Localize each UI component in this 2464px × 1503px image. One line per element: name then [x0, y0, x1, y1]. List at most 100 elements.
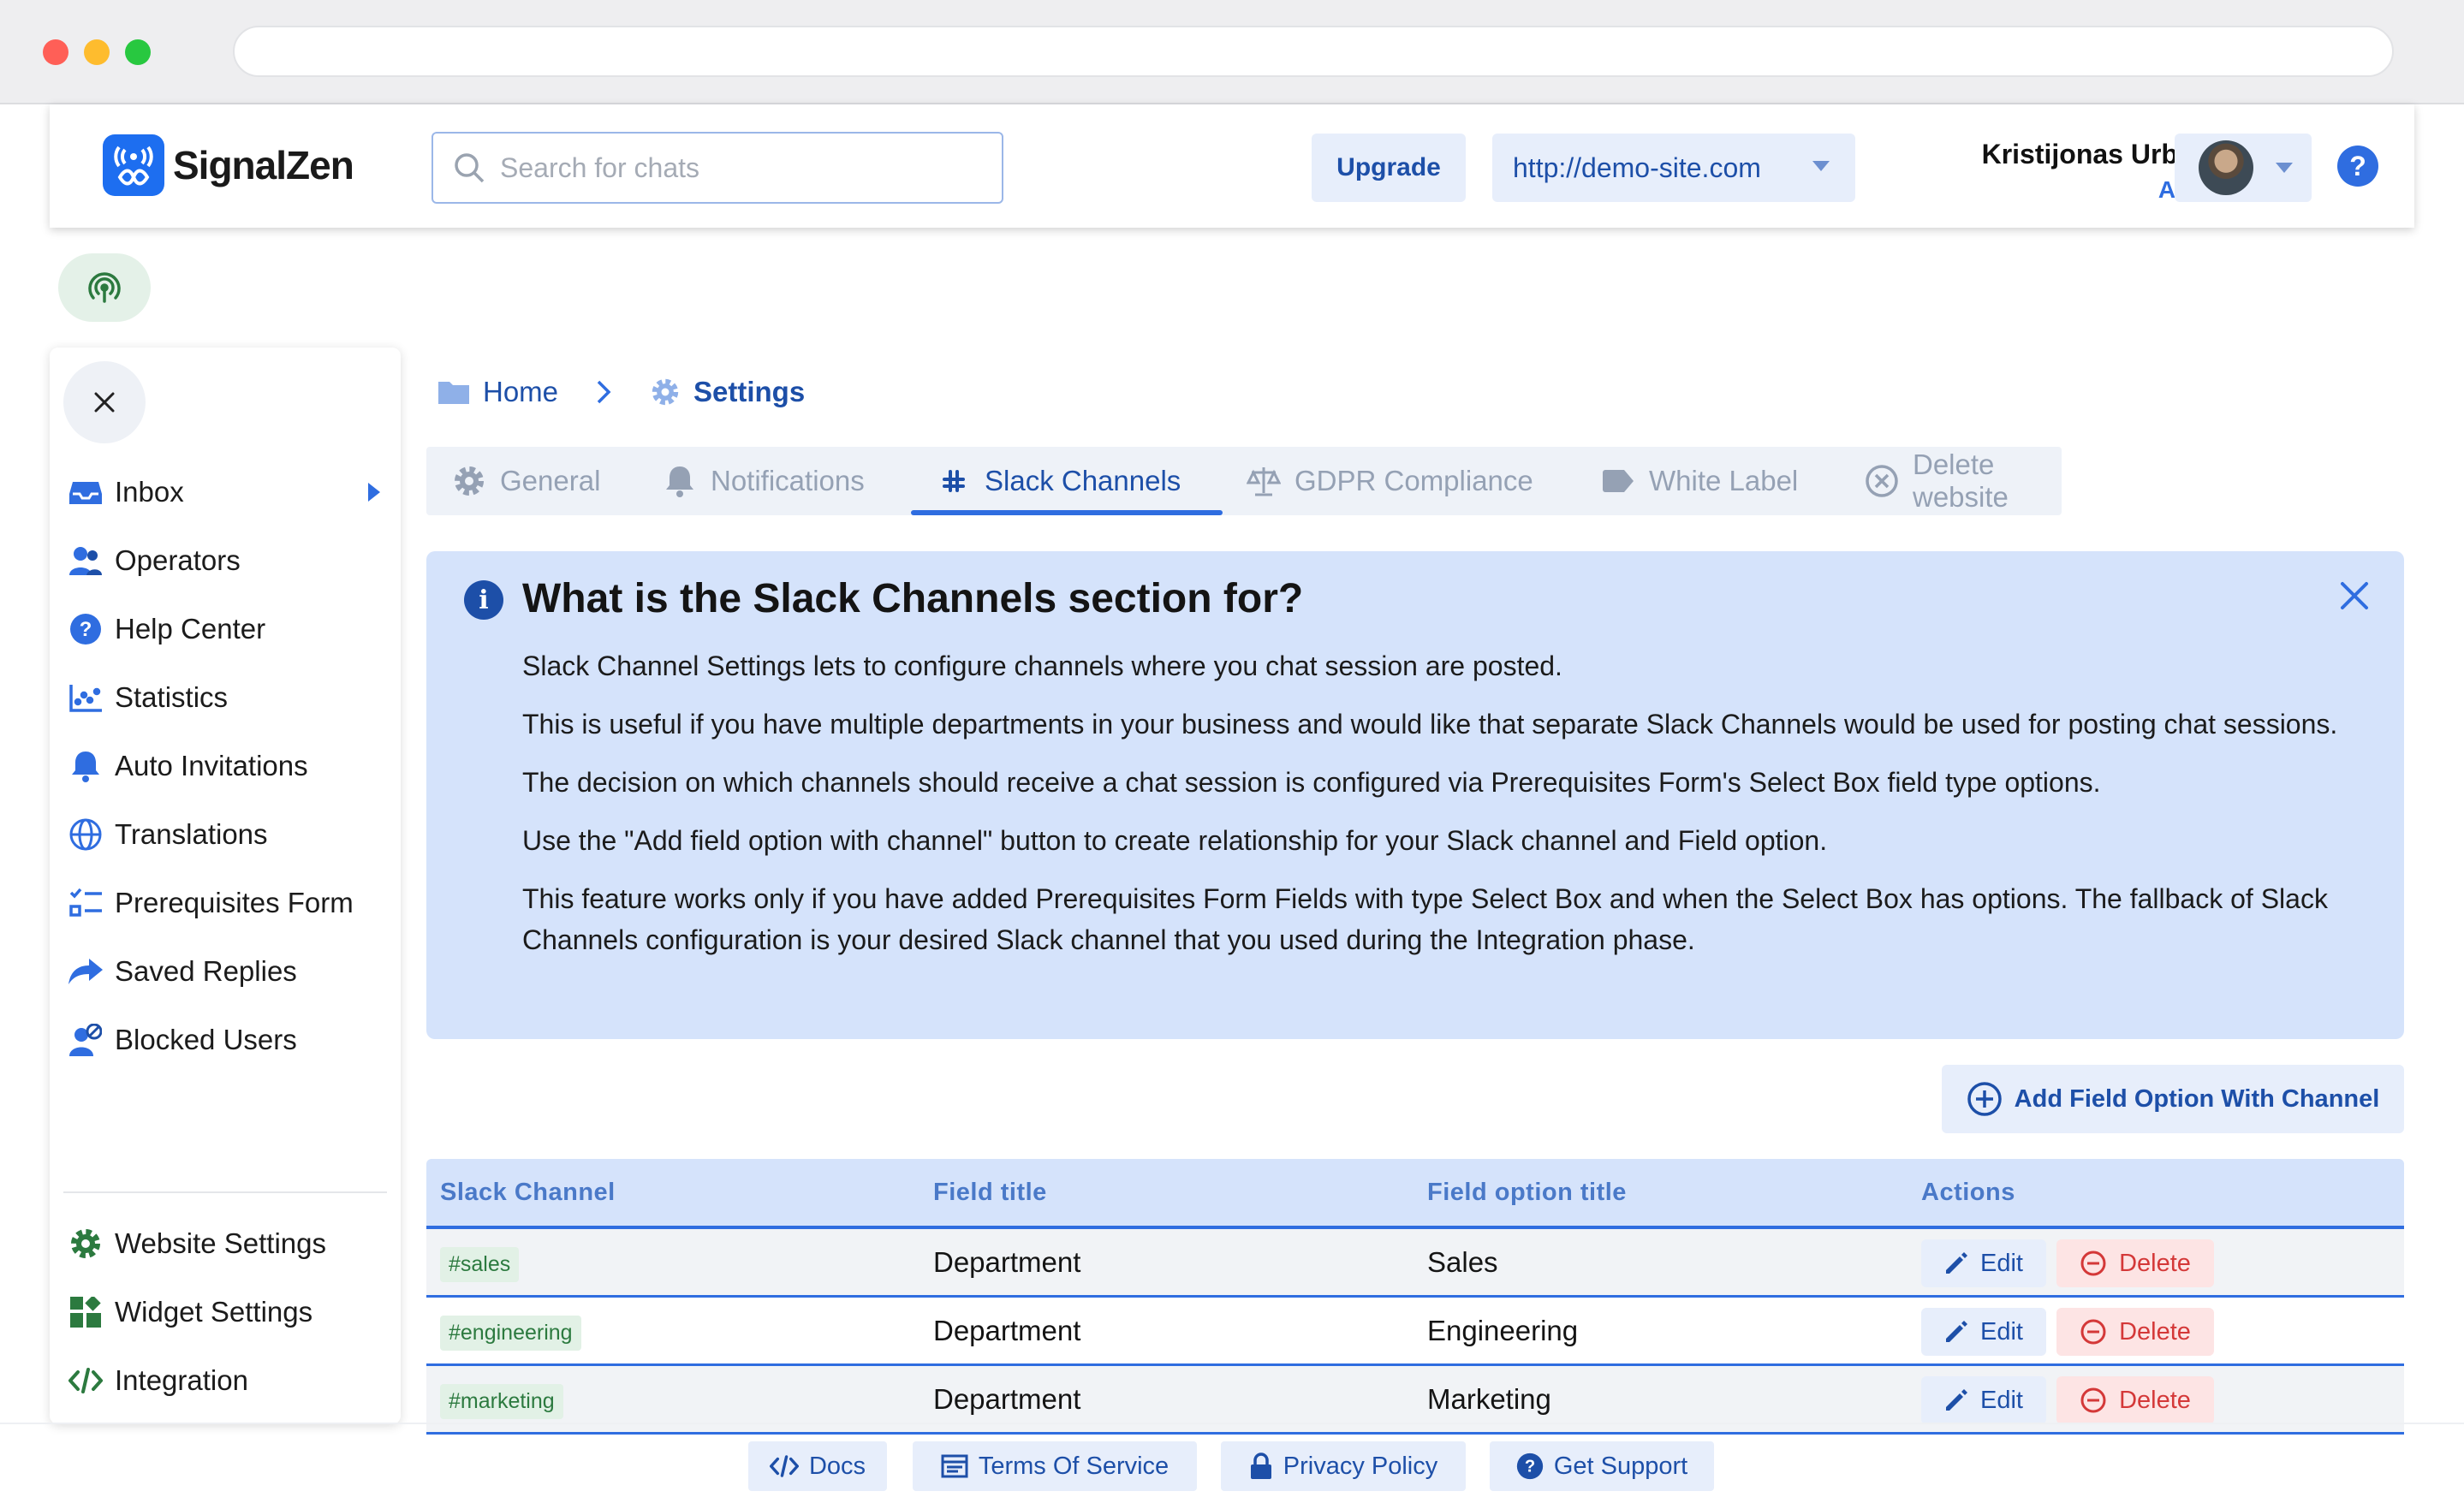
tab-label: White Label	[1649, 465, 1799, 496]
sidebar-item-saved-replies[interactable]: Saved Replies	[68, 942, 385, 1001]
footer-link-label: Privacy Policy	[1283, 1452, 1438, 1480]
table-header: Slack Channel Field title Field option t…	[426, 1159, 2404, 1229]
browser-address-bar[interactable]	[233, 26, 2394, 77]
sidebar-item-help-center[interactable]: ? Help Center	[68, 599, 385, 659]
delete-button[interactable]: Delete	[2056, 1239, 2214, 1287]
operators-icon	[68, 544, 103, 578]
sidebar-item-integration[interactable]: Integration	[68, 1351, 385, 1411]
sidebar-item-statistics[interactable]: Statistics	[68, 668, 385, 728]
website-select-value: http://demo-site.com	[1513, 151, 1761, 183]
checklist-icon	[68, 886, 103, 920]
slack-channel-badge: #engineering	[440, 1316, 581, 1351]
svg-text:?: ?	[80, 618, 92, 641]
footer-link-label: Terms Of Service	[978, 1452, 1170, 1480]
tab-label: Delete website	[1913, 449, 2009, 513]
user-menu-button[interactable]	[2175, 134, 2312, 202]
slack-channel-badge: #sales	[440, 1247, 520, 1282]
close-icon	[94, 392, 115, 413]
globe-icon	[68, 817, 103, 852]
add-field-option-button[interactable]: Add Field Option With Channel	[1942, 1065, 2404, 1133]
signalzen-logo-icon	[103, 134, 164, 196]
svg-text:?: ?	[1525, 1458, 1535, 1476]
sidebar-item-label: Operators	[115, 544, 241, 576]
active-tab-indicator	[911, 510, 1223, 515]
edit-button[interactable]: Edit	[1921, 1239, 2046, 1287]
slack-icon	[937, 464, 971, 498]
tab-general[interactable]: General	[452, 447, 600, 515]
tab-label: Slack Channels	[985, 465, 1181, 496]
footer-link-privacy[interactable]: Privacy Policy	[1221, 1441, 1466, 1491]
sidebar-item-translations[interactable]: Translations	[68, 805, 385, 864]
add-field-option-label: Add Field Option With Channel	[2014, 1084, 2380, 1113]
field-option-cell: Engineering	[1427, 1314, 1579, 1346]
edit-button[interactable]: Edit	[1921, 1376, 2046, 1424]
edit-button[interactable]: Edit	[1921, 1308, 2046, 1356]
sidebar-item-prerequisites-form[interactable]: Prerequisites Form	[68, 873, 385, 933]
tab-label: GDPR Compliance	[1294, 465, 1533, 496]
help-icon[interactable]: ?	[2337, 146, 2378, 187]
tab-delete-website[interactable]: Delete website	[1865, 447, 2062, 515]
sidebar-close-button[interactable]	[63, 361, 146, 443]
minus-circle-icon	[2080, 1251, 2106, 1276]
search-box[interactable]	[431, 132, 1003, 204]
window-minimize-dot[interactable]	[84, 39, 110, 65]
delete-label: Delete	[2119, 1386, 2191, 1414]
online-status-button[interactable]	[58, 253, 151, 322]
upgrade-button[interactable]: Upgrade	[1312, 134, 1466, 202]
sidebar: Inbox Operators ? Help Center Statistics…	[50, 348, 401, 1424]
tab-notifications[interactable]: Notifications	[663, 447, 865, 515]
info-icon: i	[464, 580, 503, 620]
delete-button[interactable]: Delete	[2056, 1308, 2214, 1356]
sidebar-item-label: Translations	[115, 818, 268, 850]
breadcrumb-home-label: Home	[483, 376, 559, 407]
table-row: #marketing Department Marketing Edit Del…	[426, 1366, 2404, 1435]
broadcast-icon	[88, 272, 121, 303]
field-option-cell: Sales	[1427, 1245, 1498, 1278]
sidebar-item-label: Website Settings	[115, 1227, 327, 1259]
document-icon	[941, 1454, 968, 1478]
sidebar-item-label: Statistics	[115, 681, 229, 713]
close-icon[interactable]	[2337, 579, 2372, 613]
sidebar-item-inbox[interactable]: Inbox	[68, 462, 385, 522]
tab-white-label[interactable]: White Label	[1601, 447, 1798, 515]
sidebar-item-label: Widget Settings	[115, 1296, 313, 1328]
bell-icon	[663, 464, 697, 498]
window-maximize-dot[interactable]	[125, 39, 151, 65]
sidebar-item-blocked-users[interactable]: Blocked Users	[68, 1010, 385, 1070]
sidebar-item-website-settings[interactable]: Website Settings	[68, 1214, 385, 1274]
pencil-icon	[1946, 1321, 1967, 1342]
edit-label: Edit	[1980, 1317, 2023, 1346]
tab-gdpr-compliance[interactable]: GDPR Compliance	[1247, 447, 1533, 515]
info-paragraph: Use the "Add field option with channel" …	[522, 825, 1828, 856]
logo[interactable]: SignalZen	[103, 134, 354, 197]
caret-down-icon	[1812, 161, 1830, 171]
scale-icon	[1247, 464, 1281, 498]
pencil-icon	[1946, 1389, 1967, 1411]
website-select[interactable]: http://demo-site.com	[1492, 134, 1855, 202]
lock-icon	[1249, 1453, 1273, 1480]
info-paragraph: Slack Channel Settings lets to configure…	[522, 651, 1562, 681]
sidebar-item-widget-settings[interactable]: Widget Settings	[68, 1282, 385, 1342]
chevron-right-icon	[368, 483, 380, 502]
sidebar-item-auto-invitations[interactable]: Auto Invitations	[68, 736, 385, 796]
sidebar-item-label: Blocked Users	[115, 1024, 297, 1055]
avatar	[2199, 140, 2253, 195]
caret-down-icon	[2276, 163, 2293, 173]
sidebar-item-operators[interactable]: Operators	[68, 531, 385, 591]
sidebar-item-label: Integration	[115, 1364, 248, 1396]
search-input[interactable]	[500, 151, 979, 184]
window-close-dot[interactable]	[43, 39, 68, 65]
plus-circle-icon	[1967, 1082, 2002, 1116]
footer-link-docs[interactable]: Docs	[748, 1441, 887, 1491]
tab-slack-channels[interactable]: Slack Channels	[937, 447, 1181, 515]
edit-label: Edit	[1980, 1249, 2023, 1277]
logo-text: SignalZen	[173, 143, 354, 187]
footer-link-label: Docs	[808, 1452, 866, 1480]
statistics-icon	[68, 680, 103, 715]
slack-channel-badge: #marketing	[440, 1384, 563, 1419]
footer-link-support[interactable]: ? Get Support	[1490, 1441, 1714, 1491]
footer-link-terms[interactable]: Terms Of Service	[913, 1441, 1197, 1491]
info-paragraph: This is useful if you have multiple depa…	[522, 709, 2338, 740]
breadcrumb-home[interactable]: Home	[438, 366, 558, 418]
delete-button[interactable]: Delete	[2056, 1376, 2214, 1424]
